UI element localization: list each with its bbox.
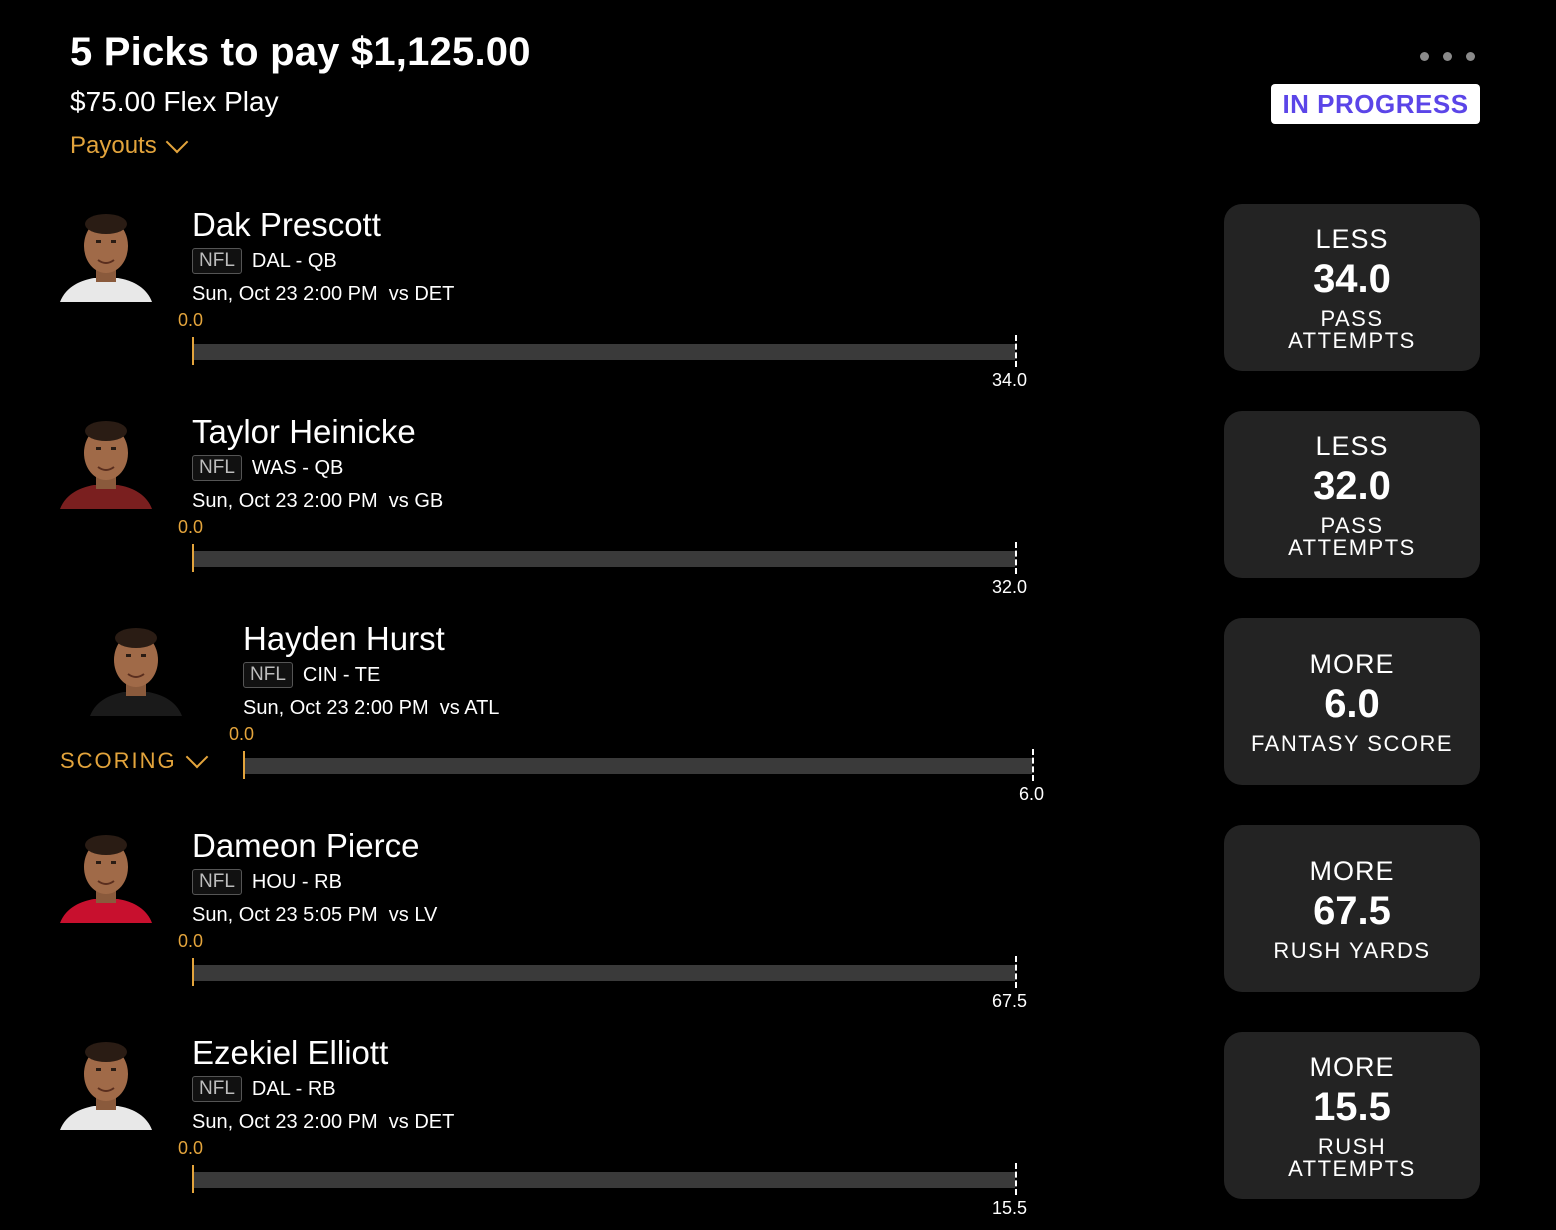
pick-projection-card[interactable]: LESS 32.0 PASS ATTEMPTS	[1224, 411, 1480, 578]
pick-line-value: 32.0	[1313, 463, 1391, 508]
game-info: Sun, Oct 23 5:05 PM vs LV	[192, 904, 438, 926]
team-position: DAL - RB	[251, 1077, 336, 1100]
player-meta: NFL WAS - QB	[192, 455, 343, 481]
pick-projection-card[interactable]: MORE 6.0 FANTASY SCORE	[1224, 618, 1480, 785]
player-headshot	[60, 827, 152, 923]
progress-target-value: 32.0	[991, 577, 1027, 597]
team-position: CIN - TE	[302, 663, 381, 686]
game-info: Sun, Oct 23 2:00 PM vs DET	[192, 1111, 455, 1133]
pick-projection-card[interactable]: LESS 34.0 PASS ATTEMPTS	[1224, 204, 1480, 371]
pick-row: Hayden Hurst NFL CIN - TE Sun, Oct 23 2:00 …	[0, 618, 1556, 827]
progress-target-marker	[1015, 335, 1017, 367]
pick-line-value: 6.0	[1324, 681, 1380, 726]
progress-start-marker	[192, 1165, 194, 1193]
progress-current-value: 0.0	[178, 1138, 204, 1158]
entry-title: 5 Picks to pay $1,125.00	[70, 30, 531, 74]
progress-target-value: 34.0	[991, 370, 1027, 390]
progress-target-value: 15.5	[991, 1198, 1027, 1218]
progress-current-value: 0.0	[178, 310, 204, 330]
player-headshot	[60, 1034, 152, 1130]
more-dots-icon-dot	[1466, 52, 1475, 61]
league-badge: NFL	[192, 248, 242, 274]
payouts-label: Payouts	[70, 132, 157, 159]
progress-target-value: 6.0	[1018, 784, 1044, 804]
progress-track	[192, 551, 1015, 567]
progress-track	[192, 1172, 1015, 1188]
pick-stat-type: FANTASY SCORE	[1250, 730, 1454, 756]
progress-start-marker	[243, 751, 245, 779]
pick-line-value: 34.0	[1313, 256, 1391, 301]
player-name: Dak Prescott	[192, 206, 381, 243]
player-headshot	[60, 206, 152, 302]
pick-stat-type: RUSH YARDS	[1273, 937, 1431, 963]
more-dots-icon	[1420, 52, 1429, 61]
player-name: Dameon Pierce	[192, 827, 420, 864]
progress-current-value: 0.0	[178, 931, 204, 951]
player-headshot	[90, 620, 182, 716]
pick-direction: LESS	[1315, 223, 1389, 254]
progress-target-value: 67.5	[991, 991, 1027, 1011]
progress-target-marker	[1015, 956, 1017, 988]
pick-stat-type: RUSH ATTEMPTS	[1288, 1133, 1416, 1181]
pick-row: Taylor Heinicke NFL WAS - QB Sun, Oct 23 2:…	[0, 411, 1556, 620]
pick-direction: MORE	[1309, 855, 1395, 886]
player-meta: NFL DAL - RB	[192, 1076, 336, 1102]
chevron-down-icon	[165, 130, 189, 154]
pick-line-value: 67.5	[1313, 888, 1391, 933]
team-position: DAL - QB	[251, 249, 337, 272]
progress-target-marker	[1015, 1163, 1017, 1195]
pick-direction: MORE	[1309, 1051, 1395, 1082]
player-meta: NFL DAL - QB	[192, 248, 337, 274]
game-info: Sun, Oct 23 2:00 PM vs DET	[192, 283, 455, 305]
pick-stat-type: PASS ATTEMPTS	[1288, 512, 1416, 560]
player-headshot	[60, 413, 152, 509]
progress-start-marker	[192, 958, 194, 986]
more-options-button[interactable]	[1416, 48, 1479, 65]
payouts-toggle[interactable]: Payouts	[70, 130, 189, 160]
league-badge: NFL	[192, 1076, 242, 1102]
player-meta: NFL CIN - TE	[243, 662, 380, 688]
league-badge: NFL	[243, 662, 293, 688]
progress-target-marker	[1032, 749, 1034, 781]
pick-direction: LESS	[1315, 430, 1389, 461]
progress-track	[192, 965, 1015, 981]
entry-subtitle: $75.00 Flex Play	[70, 86, 279, 117]
pick-projection-card[interactable]: MORE 67.5 RUSH YARDS	[1224, 825, 1480, 992]
team-position: HOU - RB	[251, 870, 342, 893]
game-info: Sun, Oct 23 2:00 PM vs GB	[192, 490, 444, 512]
progress-start-marker	[192, 337, 194, 365]
player-name: Taylor Heinicke	[192, 413, 416, 450]
league-badge: NFL	[192, 455, 242, 481]
progress-track	[192, 344, 1015, 360]
pick-row: Dak Prescott NFL DAL - QB Sun, Oct 23 2:00 …	[0, 204, 1556, 413]
pick-row: Dameon Pierce NFL HOU - RB Sun, Oct 23 5:05…	[0, 825, 1556, 1034]
more-dots-icon-dot	[1443, 52, 1452, 61]
player-name: Ezekiel Elliott	[192, 1034, 389, 1071]
progress-current-value: 0.0	[178, 517, 204, 537]
pick-line-value: 15.5	[1313, 1084, 1391, 1129]
team-position: WAS - QB	[251, 456, 344, 479]
progress-current-value: 0.0	[229, 724, 255, 744]
league-badge: NFL	[192, 869, 242, 895]
progress-start-marker	[192, 544, 194, 572]
pick-stat-type: PASS ATTEMPTS	[1288, 305, 1416, 353]
progress-track	[243, 758, 1032, 774]
player-name: Hayden Hurst	[243, 620, 445, 657]
entry-details: 5 Picks to pay $1,125.00 $75.00 Flex Pla…	[0, 0, 1556, 1230]
pick-direction: MORE	[1309, 648, 1395, 679]
game-info: Sun, Oct 23 2:00 PM vs ATL	[243, 697, 500, 719]
pick-projection-card[interactable]: MORE 15.5 RUSH ATTEMPTS	[1224, 1032, 1480, 1199]
player-meta: NFL HOU - RB	[192, 869, 342, 895]
progress-target-marker	[1015, 542, 1017, 574]
status-badge: IN PROGRESS	[1271, 84, 1480, 124]
pick-row: Ezekiel Elliott NFL DAL - RB Sun, Oct 23 2:…	[0, 1032, 1556, 1230]
